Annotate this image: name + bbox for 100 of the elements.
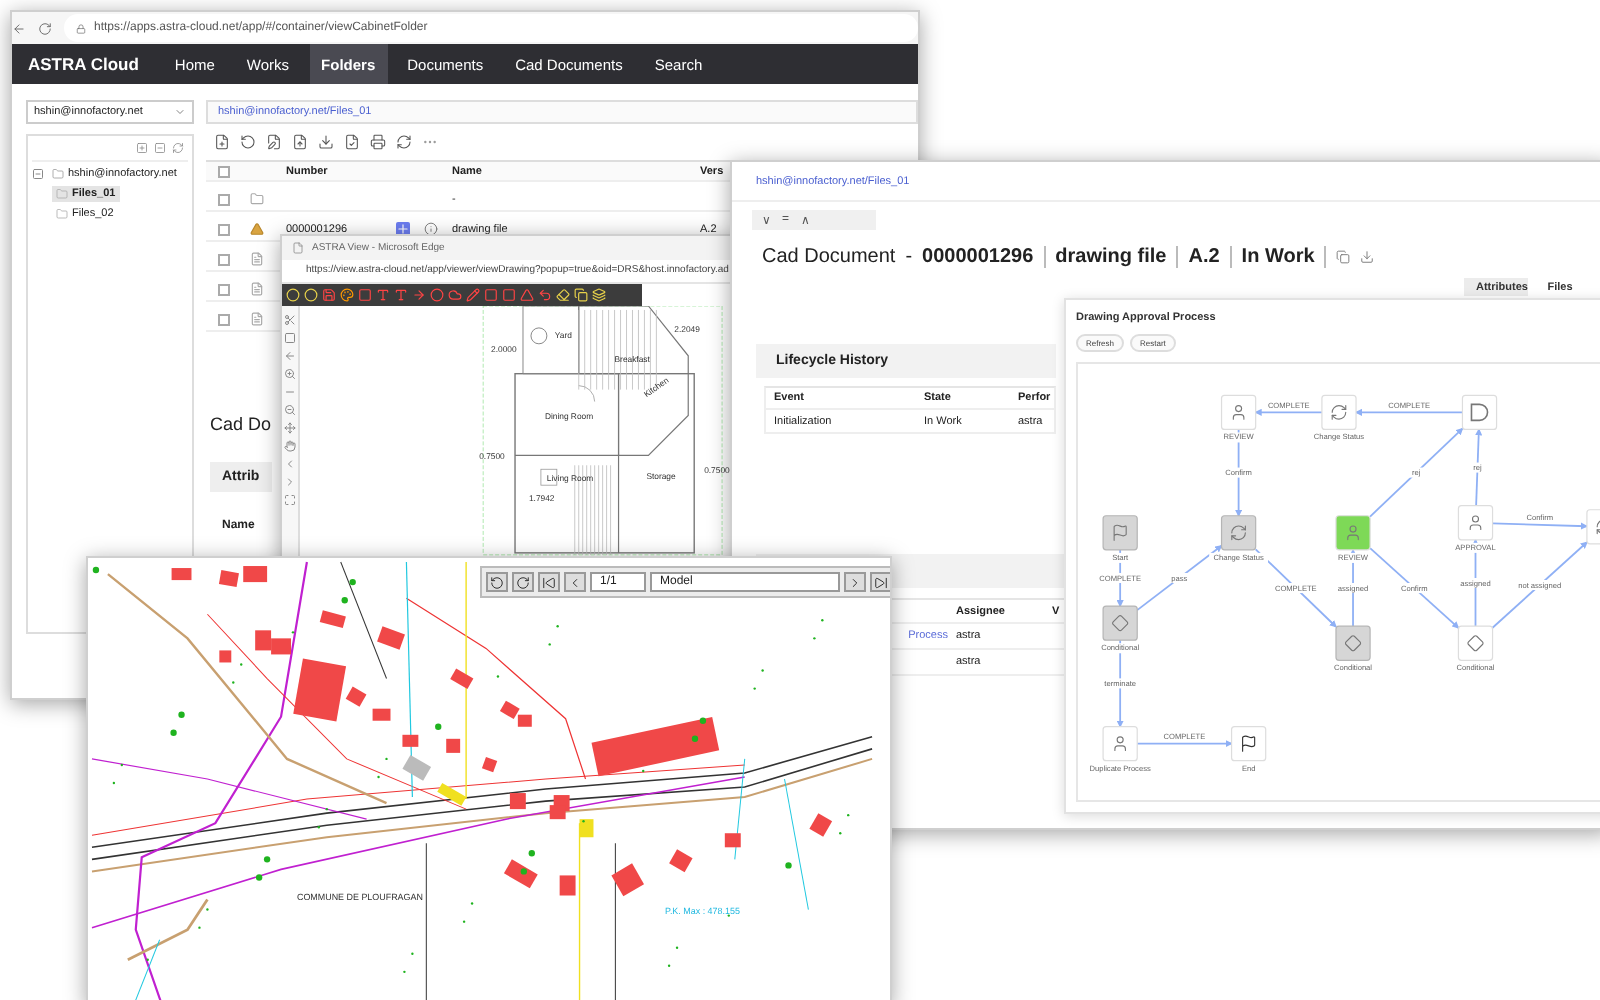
gateway-node[interactable] bbox=[1335, 625, 1371, 661]
checkbox[interactable] bbox=[218, 193, 230, 205]
square-icon[interactable] bbox=[484, 287, 498, 302]
diamond-icon bbox=[1467, 635, 1483, 651]
skip-back-icon bbox=[542, 575, 556, 589]
user-task-node[interactable] bbox=[1102, 725, 1138, 762]
folder-icon bbox=[52, 168, 64, 180]
title-separator: - bbox=[905, 246, 913, 268]
reload-icon[interactable] bbox=[38, 21, 52, 35]
pencil-icon[interactable] bbox=[466, 287, 480, 302]
chevron-right-icon[interactable] bbox=[284, 475, 296, 488]
eraser-icon[interactable] bbox=[556, 287, 570, 302]
folder-icon bbox=[250, 192, 264, 206]
cloud-icon[interactable] bbox=[448, 287, 462, 302]
chevron-left-icon[interactable] bbox=[284, 457, 296, 470]
refresh-icon bbox=[1231, 526, 1246, 540]
lock-icon bbox=[76, 23, 86, 33]
edit-file-icon[interactable] bbox=[266, 134, 282, 150]
square-icon[interactable] bbox=[284, 331, 296, 344]
title-part: In Work bbox=[1241, 246, 1327, 268]
triangle-icon[interactable] bbox=[520, 287, 534, 302]
flow-arrow bbox=[1369, 547, 1460, 629]
flow-arrow bbox=[1369, 427, 1464, 518]
flow-arrow bbox=[1475, 428, 1483, 507]
diamond-icon bbox=[1345, 635, 1361, 651]
minus-icon[interactable] bbox=[284, 385, 296, 398]
document-kind: Cad Document bbox=[762, 246, 896, 268]
flag-icon bbox=[1242, 736, 1255, 752]
flow-arrow bbox=[1354, 408, 1464, 416]
flow-arrow bbox=[1254, 408, 1323, 416]
rotate-left-icon bbox=[490, 575, 504, 589]
user-task-node[interactable] bbox=[1457, 505, 1494, 541]
folder-icon bbox=[56, 188, 68, 200]
exit-node[interactable] bbox=[1461, 394, 1498, 431]
diamond-icon bbox=[1112, 615, 1128, 631]
d-shape-icon bbox=[1470, 403, 1489, 422]
move-icon[interactable] bbox=[284, 421, 296, 434]
skip-forward-icon bbox=[874, 575, 888, 589]
user-task-node[interactable] bbox=[1335, 515, 1371, 551]
triangle-icon bbox=[250, 222, 264, 236]
layers-icon[interactable] bbox=[592, 287, 606, 302]
undo-icon[interactable] bbox=[538, 287, 552, 302]
zoom-out-icon[interactable] bbox=[284, 403, 296, 416]
back-icon[interactable] bbox=[12, 21, 26, 35]
flag-icon bbox=[1114, 525, 1127, 541]
checkbox[interactable] bbox=[218, 165, 230, 177]
user-task-node[interactable] bbox=[1220, 394, 1257, 431]
copy-icon[interactable] bbox=[574, 287, 588, 302]
rotate-right-button[interactable] bbox=[512, 572, 534, 592]
title-part: A.2 bbox=[1188, 246, 1232, 268]
checkbox[interactable] bbox=[218, 283, 230, 295]
download-icon[interactable] bbox=[318, 134, 334, 150]
zoom-in-icon[interactable] bbox=[284, 367, 296, 380]
refresh-icon[interactable] bbox=[172, 142, 184, 154]
new-file-icon[interactable] bbox=[214, 134, 230, 150]
status-task-node[interactable] bbox=[1586, 509, 1600, 545]
checkbox[interactable] bbox=[218, 253, 230, 265]
save-icon[interactable] bbox=[322, 287, 336, 302]
palette-icon[interactable] bbox=[340, 287, 354, 302]
flow-arrow bbox=[1136, 740, 1233, 748]
rotate-left-button[interactable] bbox=[486, 572, 508, 592]
chevron-right-icon bbox=[848, 575, 862, 589]
status-task-node[interactable] bbox=[1220, 515, 1257, 551]
check-file-icon[interactable] bbox=[344, 134, 360, 150]
gateway-node[interactable] bbox=[1457, 625, 1494, 661]
document-icon bbox=[250, 282, 264, 296]
end-node[interactable] bbox=[1231, 725, 1267, 762]
reload-icon[interactable] bbox=[396, 134, 412, 150]
checkbox[interactable] bbox=[218, 223, 230, 235]
document-title: Cad Do bbox=[210, 414, 272, 434]
circle-icon[interactable] bbox=[286, 287, 300, 302]
refresh-file-icon[interactable] bbox=[240, 134, 256, 150]
text-icon[interactable] bbox=[376, 287, 390, 302]
gateway-node[interactable] bbox=[1102, 605, 1138, 641]
chevron-left-icon bbox=[568, 575, 582, 589]
square-icon[interactable] bbox=[358, 287, 372, 302]
hand-icon[interactable] bbox=[284, 439, 296, 452]
collapse-all-icon[interactable] bbox=[154, 142, 166, 154]
collapse-icon[interactable] bbox=[32, 168, 44, 180]
arrow-icon[interactable] bbox=[412, 287, 426, 302]
document-icon bbox=[250, 312, 264, 326]
first-page-button[interactable] bbox=[538, 572, 560, 592]
person-icon bbox=[1470, 516, 1481, 530]
square-icon[interactable] bbox=[502, 287, 516, 302]
upload-file-icon[interactable] bbox=[292, 134, 308, 150]
circle-icon[interactable] bbox=[304, 287, 318, 302]
scissors-icon[interactable] bbox=[284, 313, 296, 326]
status-task-node[interactable] bbox=[1321, 394, 1357, 431]
expand-all-icon[interactable] bbox=[136, 142, 148, 154]
last-page-button[interactable] bbox=[870, 572, 890, 592]
info-icon[interactable] bbox=[424, 222, 438, 236]
circle-icon[interactable] bbox=[430, 287, 444, 302]
page-icon bbox=[292, 241, 304, 254]
checkbox[interactable] bbox=[218, 313, 230, 325]
arrow-icon[interactable] bbox=[284, 349, 296, 362]
text-icon[interactable] bbox=[394, 287, 408, 302]
start-node[interactable] bbox=[1102, 515, 1138, 551]
brand-name: ASTRA Cloud bbox=[28, 54, 139, 74]
flow-arrow bbox=[1491, 522, 1589, 530]
printer-icon[interactable] bbox=[370, 134, 386, 150]
